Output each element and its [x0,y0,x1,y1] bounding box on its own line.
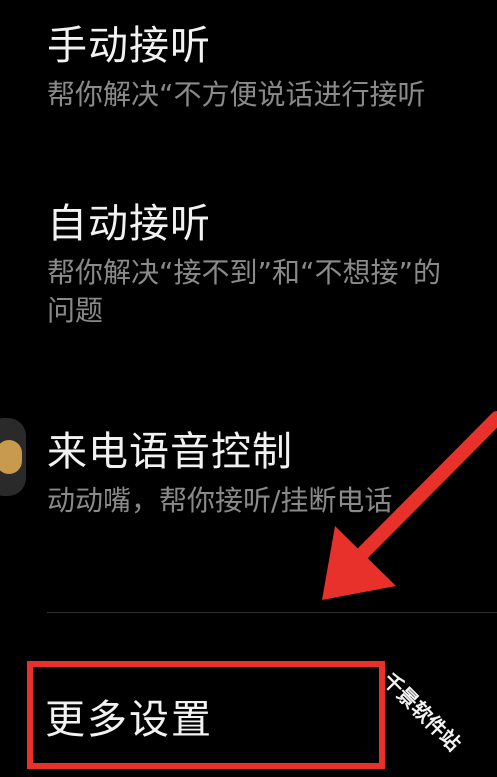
setting-manual-answer[interactable]: 手动接听 帮你解决“不方便说话进行接听 [47,22,497,114]
section-divider [47,612,497,613]
more-settings-item[interactable]: 更多设置 [45,696,213,744]
setting-voice-control-desc: 动动嘴，帮你接听/挂断电话 [47,482,497,520]
watermark-text: 千景软件站 [378,668,466,756]
setting-manual-answer-desc: 帮你解决“不方便说话进行接听 [47,76,497,114]
app-icon [0,440,22,474]
desc-line: 动动嘴，帮你接听/挂断电话 [47,484,393,517]
desc-line: 帮你解决“不方便说话进行接听 [47,78,426,111]
arrow-head [322,526,396,600]
desc-line: 问题 [47,294,104,327]
desc-line: 帮你解决“接不到”和“不想接”的 [47,256,442,289]
setting-voice-control-title: 来电语音控制 [47,429,293,475]
setting-manual-answer-title: 手动接听 [47,23,211,69]
setting-auto-answer-desc: 帮你解决“接不到”和“不想接”的 问题 [47,254,497,330]
setting-auto-answer-title: 自动接听 [47,201,211,247]
app-icon-thumb [0,418,26,496]
setting-auto-answer[interactable]: 自动接听 帮你解决“接不到”和“不想接”的 问题 [47,200,497,330]
setting-voice-control[interactable]: 来电语音控制 动动嘴，帮你接听/挂断电话 [47,428,497,520]
